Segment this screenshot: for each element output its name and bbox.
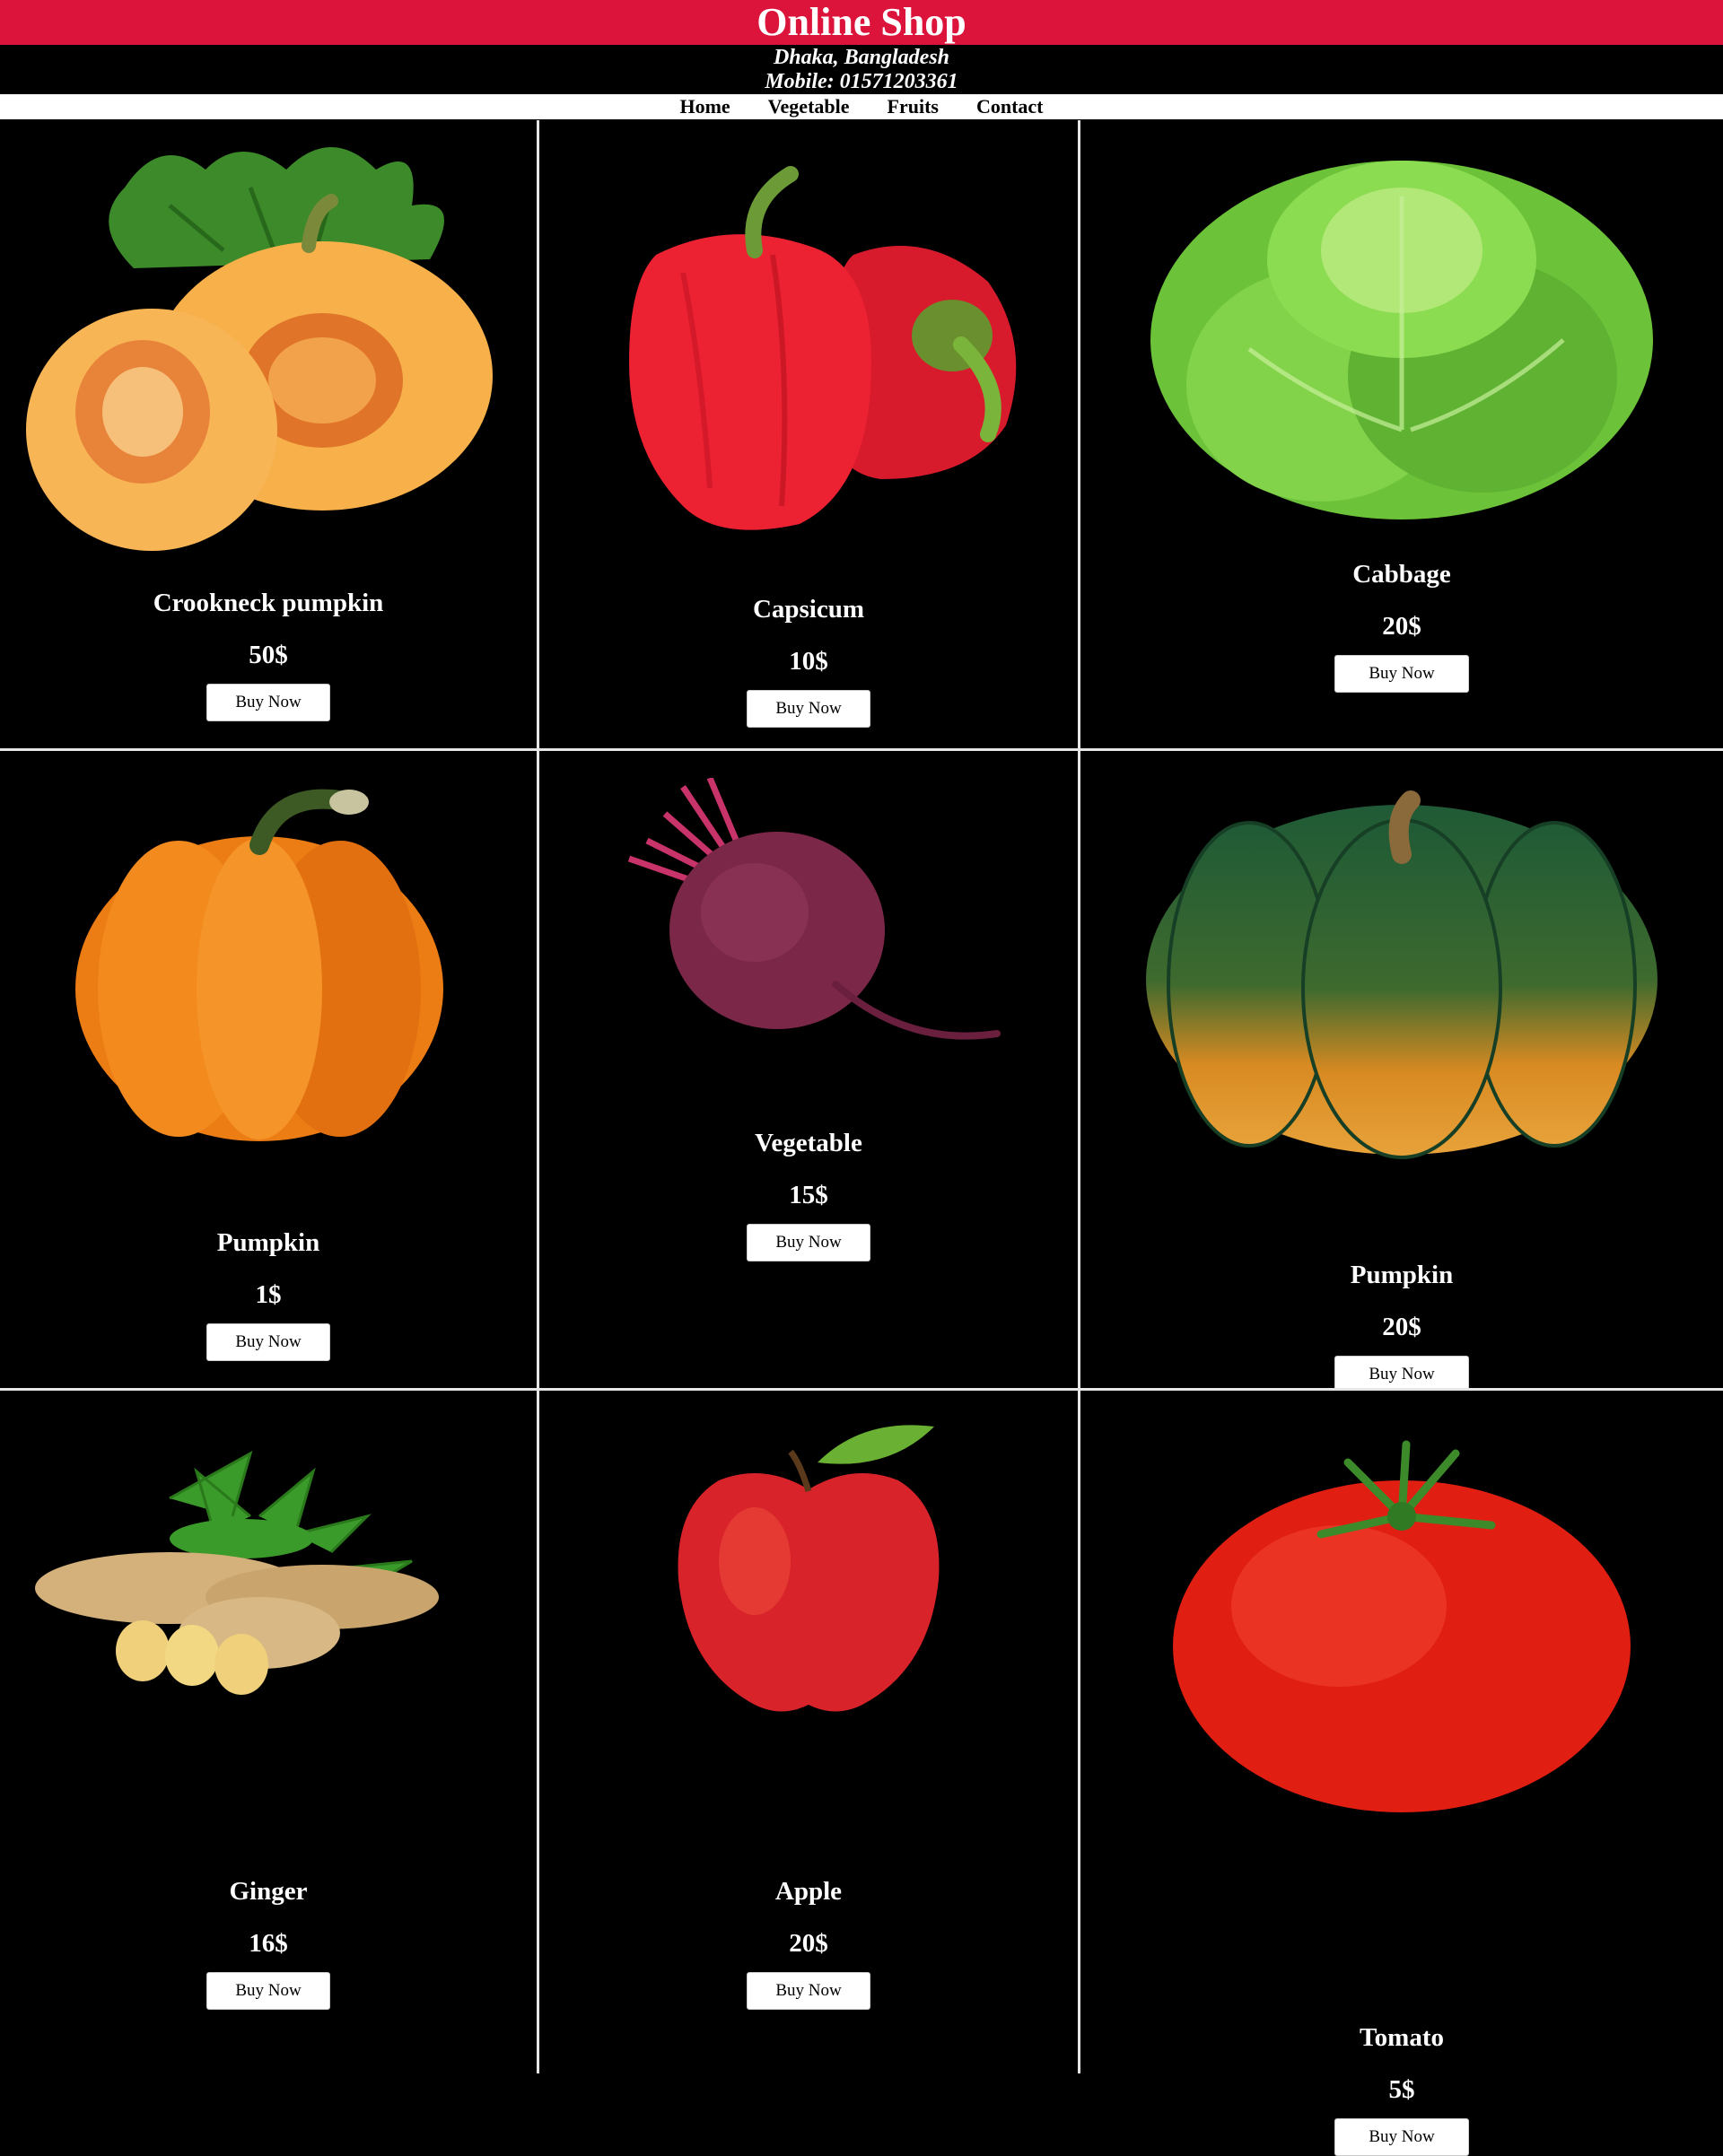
orange-pumpkin-image [0,769,537,1146]
column-divider [537,120,539,2073]
apple-image [539,1418,1078,1723]
product-price: 10$ [789,647,828,676]
buy-now-button[interactable]: Buy Now [747,690,870,728]
buy-now-button[interactable]: Buy Now [206,1323,330,1361]
product-price: 20$ [789,1929,828,1958]
product-card: Cabbage 20$ Buy Now [1080,120,1723,748]
product-price: 1$ [255,1280,282,1309]
product-grid: Crookneck pumpkin 50$ Buy Now Capsicum 1… [0,120,1723,2156]
site-header: Online Shop Dhaka, Bangladesh Mobile: 01… [0,0,1723,119]
nav-contact[interactable]: Contact [958,94,1063,119]
product-card: Tomato 5$ Buy Now [1080,1391,1723,2156]
buy-now-button[interactable]: Buy Now [206,684,330,721]
product-info: Vegetable 15$ Buy Now [539,1127,1078,1261]
butternut-squash-image [0,129,537,560]
product-card: Vegetable 15$ Buy Now [539,751,1078,1388]
green-pumpkin-image [1080,778,1723,1164]
product-price: 15$ [789,1181,828,1209]
tomato-image [1080,1427,1723,1821]
product-name: Cabbage [1352,560,1451,589]
product-name: Pumpkin [216,1228,320,1257]
nav-vegetable[interactable]: Vegetable [749,94,869,119]
product-info: Crookneck pumpkin 50$ Buy Now [0,587,537,721]
lettuce-image [1080,134,1723,528]
red-bell-pepper-image [539,156,1078,551]
product-price: 20$ [1382,1313,1421,1341]
ginger-image [0,1427,537,1714]
product-info: Apple 20$ Buy Now [539,1875,1078,2010]
product-card: Crookneck pumpkin 50$ Buy Now [0,120,537,748]
nav-home[interactable]: Home [660,94,748,119]
product-info: Pumpkin 1$ Buy Now [0,1226,537,1361]
product-info: Pumpkin 20$ Buy Now [1080,1259,1723,1393]
product-info: Capsicum 10$ Buy Now [539,593,1078,728]
product-info: Ginger 16$ Buy Now [0,1875,537,2010]
contact-block: Dhaka, Bangladesh Mobile: 01571203361 [0,45,1723,94]
title-bar: Online Shop [0,0,1723,45]
beetroot-image [539,769,1078,1074]
product-card: Pumpkin 1$ Buy Now [0,751,537,1388]
product-info: Cabbage 20$ Buy Now [1080,558,1723,693]
product-card: Pumpkin 20$ Buy Now [1080,751,1723,1393]
product-name: Ginger [229,1877,308,1906]
product-name: Crookneck pumpkin [153,589,384,617]
buy-now-button[interactable]: Buy Now [206,1972,330,2010]
product-name: Apple [774,1877,843,1906]
buy-now-button[interactable]: Buy Now [747,1224,870,1261]
product-info: Tomato 5$ Buy Now [1080,2021,1723,2156]
product-card: Apple 20$ Buy Now [539,1391,1078,2073]
product-card: Capsicum 10$ Buy Now [539,120,1078,748]
buy-now-button[interactable]: Buy Now [1334,655,1469,693]
product-name: Vegetable [755,1129,862,1157]
product-name: Pumpkin [1350,1261,1454,1289]
nav-fruits[interactable]: Fruits [869,94,958,119]
location-text: Dhaka, Bangladesh [773,46,950,69]
product-name: Capsicum [752,595,865,624]
mobile-text: Mobile: 01571203361 [765,70,958,93]
product-price: 20$ [1382,612,1421,641]
buy-now-button[interactable]: Buy Now [1334,2118,1469,2156]
buy-now-button[interactable]: Buy Now [747,1972,870,2010]
product-price: 50$ [249,641,288,669]
column-divider [1078,120,1080,2073]
main-nav: Home Vegetable Fruits Contact [0,94,1723,119]
product-price: 16$ [249,1929,288,1958]
product-name: Tomato [1360,2023,1444,2052]
product-card: Ginger 16$ Buy Now [0,1391,537,2073]
product-price: 5$ [1388,2075,1415,2104]
site-title: Online Shop [757,0,966,44]
